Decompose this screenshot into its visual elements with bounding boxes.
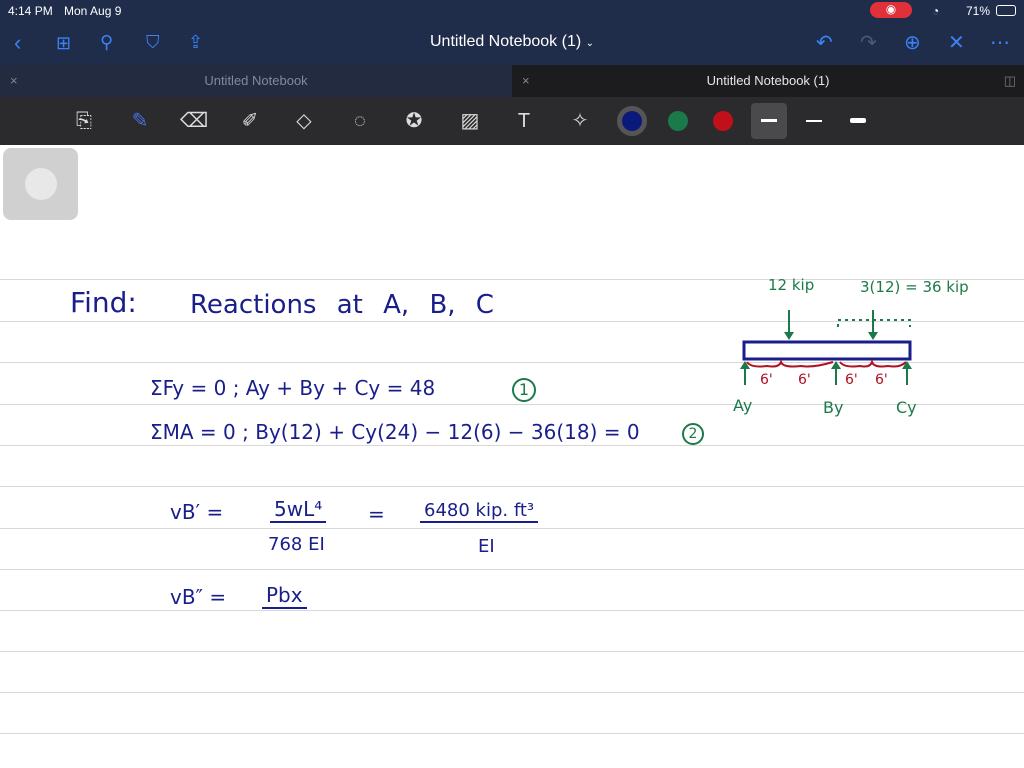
stroke-width-thin[interactable] [806,120,822,122]
close-icon[interactable]: × [10,65,18,97]
sticker-icon[interactable]: ✪ [400,107,428,135]
fraction-2-numerator: 6480 kip. ft³ [420,500,539,523]
title-text: Untitled Notebook (1) [429,33,582,50]
tab-untitled-notebook[interactable]: × Untitled Notebook [0,65,512,97]
span-label: 6' [760,372,773,388]
wifi-icon: ◔ [932,4,940,18]
fraction-1-numerator: 5wL⁴ [270,497,327,523]
laser-pointer-icon[interactable]: ✧ [566,107,594,135]
load-2-label: 3(12) = 36 kip [860,278,969,296]
top-bar: 4:14 PM Mon Aug 9 ◉ ◔ 71% ‹ ⊞ ⚲ ⛉ ⇪ Unti… [0,0,1024,65]
image-icon[interactable]: ▨ [456,107,484,135]
highlighter-icon[interactable]: ✐ [236,107,264,135]
split-view-icon[interactable]: ◫ [1004,65,1016,97]
tab-untitled-notebook-1[interactable]: × Untitled Notebook (1) ◫ [512,65,1024,97]
span-label: 6' [845,372,858,388]
tool-bar: ⎘ ✎ ⌫ ✐ ◇ ◌ ✪ ▨ T ✧ [0,97,1024,145]
battery-level: 71% [966,4,991,18]
reaction-b-label: By [823,398,844,417]
span-label: 6' [798,372,811,388]
tab-label: Untitled Notebook [204,73,308,88]
fraction-2-denominator: EI [478,536,495,557]
reaction-c-label: Cy [896,398,917,417]
equals-sign: = [368,502,385,526]
color-green-swatch[interactable] [668,111,688,131]
undo-icon[interactable]: ↶ [816,30,833,55]
color-red-swatch[interactable] [713,111,733,131]
chevron-down-icon: ⌄ [585,38,595,49]
tab-label: Untitled Notebook (1) [706,73,830,88]
floating-tool-button[interactable] [3,148,78,220]
fraction-3-numerator: Pbx [262,583,307,609]
stroke-width-medium-selected[interactable] [751,103,787,139]
stroke-width-thick[interactable] [850,118,866,123]
add-page-icon[interactable]: ⊕ [904,30,921,55]
load-1-label: 12 kip [768,276,815,294]
fraction-1-denominator: 768 EI [268,534,325,555]
read-mode-icon[interactable]: ⎘ [70,107,98,135]
equation-2: ΣMA = 0 ; By(12) + Cy(24) − 12(6) − 36(1… [150,420,640,444]
equation-2-tag: 2 [682,423,704,445]
pen-icon[interactable]: ✎ [126,107,154,135]
color-blue-swatch[interactable] [622,111,642,131]
text-icon[interactable]: T [510,107,538,135]
more-icon[interactable]: ⋯ [990,30,1010,55]
eraser-icon[interactable]: ⌫ [180,107,208,135]
date: Mon Aug 9 [64,4,122,18]
shapes-icon[interactable]: ◇ [290,107,318,135]
deflection-b1-label: vB′ = [170,500,224,524]
equation-1-tag: 1 [512,378,536,402]
lasso-icon[interactable]: ◌ [346,107,374,135]
close-edit-icon[interactable]: ✕ [948,30,965,55]
close-icon[interactable]: × [522,65,530,97]
time: 4:14 PM [8,4,53,18]
reactions-text: Reactions at A, B, C [190,290,494,320]
reaction-a-label: Ay [733,396,753,415]
tab-bar: × Untitled Notebook × Untitled Notebook (1… [0,65,1024,97]
find-label: Find: [70,286,137,319]
deflection-b2-label: vB″ = [170,585,227,609]
redo-icon[interactable]: ↷ [860,30,877,55]
span-label: 6' [875,372,888,388]
battery-icon [996,5,1016,16]
equation-1: ΣFy = 0 ; Ay + By + Cy = 48 [150,376,436,400]
record-icon: ◉ [870,2,912,18]
